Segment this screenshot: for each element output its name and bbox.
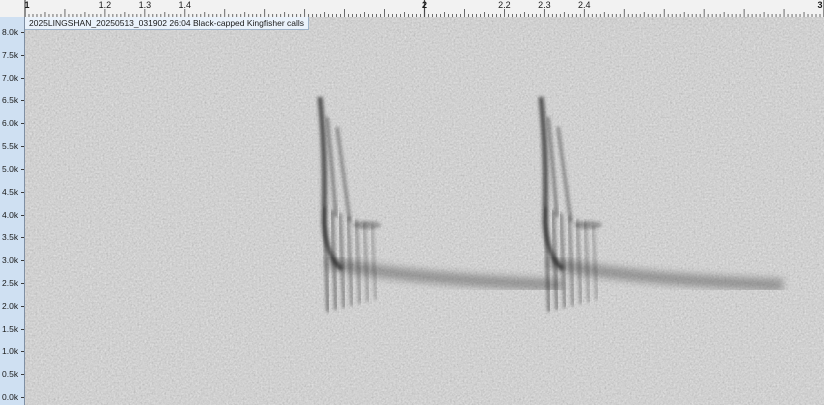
- frequency-tick: [21, 100, 24, 102]
- frequency-tick: [21, 54, 24, 56]
- spectrogram-view[interactable]: 2025LINGSHAN_20250513_031902 26:04 Black…: [25, 17, 824, 405]
- frequency-tick: [21, 77, 24, 79]
- frequency-tick: [21, 351, 24, 353]
- call-mid-blob: [574, 221, 602, 229]
- call-mid-blob: [353, 221, 381, 229]
- frequency-tick: [21, 168, 24, 170]
- time-tick-label: 1: [24, 0, 30, 10]
- time-ruler-ticks: [24, 0, 824, 17]
- time-ruler[interactable]: 1 1.2 1.3 1.4 2 2.2 2.3 2.4 3: [0, 0, 824, 18]
- time-tick-label: 1.4: [178, 0, 192, 10]
- time-tick-label: 2: [421, 0, 428, 10]
- frequency-tick: [21, 123, 24, 125]
- frequency-tick-label: 2.5k: [2, 277, 19, 288]
- frequency-tick-label: 3.5k: [2, 232, 19, 243]
- spectrogram-noise-background: [25, 17, 824, 405]
- frequency-tick: [21, 191, 24, 193]
- frequency-tick: [21, 328, 24, 330]
- frequency-tick-label: 7.0k: [2, 72, 19, 83]
- frequency-tick-label: 1.5k: [2, 323, 19, 334]
- frequency-tick-label: 3.0k: [2, 255, 19, 266]
- frequency-tick-label: 0.0k: [2, 392, 19, 402]
- time-tick-label: 1.2: [98, 0, 112, 10]
- audio-editor-window: 1 1.2 1.3 1.4 2 2.2 2.3 2.4 3 8.0k 7.5k 7.0k 6.5k 6.…: [0, 0, 824, 405]
- frequency-tick-label: 1.0k: [2, 346, 19, 357]
- time-tick-label: 2.4: [578, 0, 591, 10]
- frequency-tick-label: 5.0k: [2, 163, 19, 174]
- frequency-tick: [21, 32, 24, 33]
- frequency-tick: [21, 305, 24, 307]
- frequency-tick-label: 7.5k: [2, 49, 19, 60]
- time-tick-label: 2.2: [498, 0, 511, 10]
- frequency-ruler[interactable]: 8.0k 7.5k 7.0k 6.5k 6.0k 5.5k 5.0k 4.5k 4.0k 3.5k…: [0, 17, 25, 405]
- frequency-tick: [21, 374, 24, 376]
- frequency-tick-label: 8.0k: [2, 27, 19, 37]
- frequency-tick: [21, 146, 24, 148]
- time-tick-label: 3: [817, 0, 823, 10]
- frequency-tick-label: 4.5k: [2, 186, 19, 197]
- frequency-tick-label: 6.0k: [2, 118, 19, 129]
- frequency-tick-label: 4.0k: [2, 209, 19, 220]
- time-tick-label: 1.3: [138, 0, 152, 10]
- frequency-tick: [21, 282, 24, 284]
- frequency-tick-label: 0.5k: [2, 369, 19, 380]
- frequency-tick-label: 2.0k: [2, 300, 19, 311]
- frequency-tick: [21, 397, 24, 398]
- clip-title[interactable]: 2025LINGSHAN_20250513_031902 26:04 Black…: [25, 17, 310, 30]
- frequency-tick-label: 6.5k: [2, 95, 19, 106]
- frequency-tick-label: 5.5k: [2, 141, 19, 152]
- frequency-tick: [21, 214, 24, 216]
- spectrogram-image: [25, 17, 824, 405]
- frequency-tick: [21, 237, 24, 239]
- frequency-tick: [21, 260, 24, 262]
- time-tick-label: 2.3: [538, 0, 551, 10]
